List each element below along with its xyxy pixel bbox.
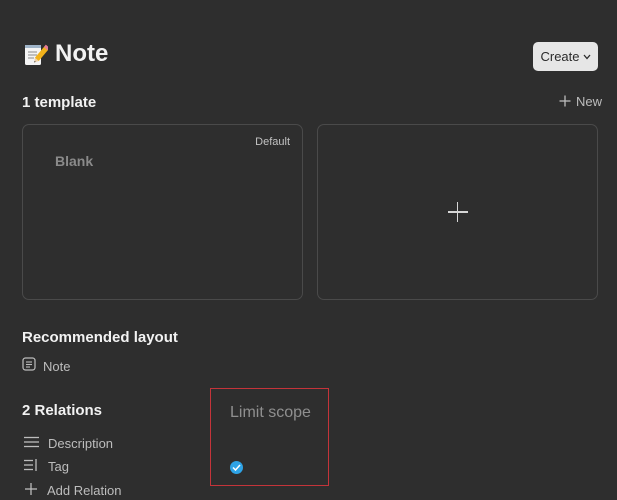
create-button[interactable]: Create: [533, 42, 598, 71]
templates-section-title: 1 template: [22, 94, 97, 111]
page-title: Note: [55, 40, 109, 67]
template-card-blank[interactable]: Default Blank: [22, 124, 303, 300]
create-button-label: Create: [540, 49, 580, 64]
new-template-label: New: [576, 94, 603, 109]
add-relation-button[interactable]: Add Relation: [24, 482, 121, 499]
layout-section-title: Recommended layout: [22, 329, 178, 346]
relations-section-title: 2 Relations: [22, 402, 103, 419]
limit-scope-title: Limit scope: [230, 404, 311, 421]
layout-selector[interactable]: Note: [22, 357, 70, 376]
plus-icon: [559, 95, 571, 109]
add-relation-label: Add Relation: [47, 483, 122, 498]
chevron-down-icon: [583, 52, 591, 62]
plus-icon: [24, 482, 38, 499]
object-type-page: Note Create 1 template New Default Blank…: [0, 0, 617, 500]
template-name: Blank: [55, 153, 94, 169]
new-template-button[interactable]: New: [559, 94, 602, 109]
relation-label: Tag: [48, 459, 69, 474]
relation-item-description[interactable]: Description: [24, 436, 113, 451]
text-lines-icon: [24, 436, 39, 451]
limit-scope-highlight: Limit scope: [210, 388, 329, 486]
plus-icon: [447, 202, 468, 222]
default-badge: Default: [255, 136, 290, 148]
tag-list-icon: [24, 459, 39, 474]
add-template-card[interactable]: [317, 124, 598, 300]
relation-label: Description: [48, 436, 114, 451]
relation-item-tag[interactable]: Tag: [24, 459, 69, 474]
layout-value: Note: [43, 359, 71, 374]
memo-icon[interactable]: [22, 41, 50, 67]
check-circle-icon[interactable]: [230, 461, 243, 474]
document-icon: [22, 357, 36, 376]
title-row: Note: [22, 40, 108, 68]
